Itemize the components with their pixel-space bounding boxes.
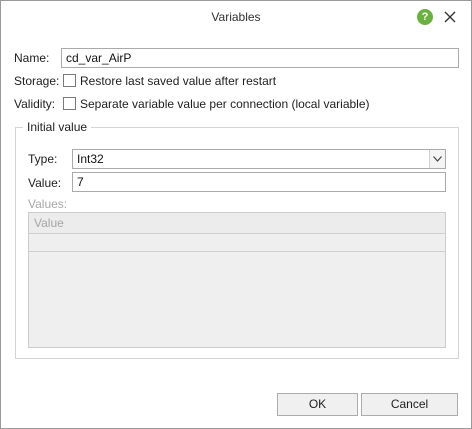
chevron-down-icon[interactable] (429, 150, 445, 168)
validity-checkbox-label[interactable]: Separate variable value per connection (… (80, 97, 370, 111)
name-input[interactable]: cd_var_AirP (61, 48, 459, 68)
type-select[interactable]: Int32 (72, 149, 446, 169)
values-grid: Value (28, 212, 446, 348)
storage-checkbox-label[interactable]: Restore last saved value after restart (80, 74, 276, 88)
validity-label: Validity: (14, 97, 56, 111)
name-label: Name: (14, 51, 50, 65)
title-bar: Variables ? (1, 1, 471, 33)
values-label: Values: (28, 197, 68, 211)
validity-checkbox[interactable] (63, 97, 76, 110)
grid-new-row (29, 234, 445, 252)
ok-button[interactable]: OK (277, 393, 358, 416)
value-label: Value: (28, 176, 62, 190)
cancel-button[interactable]: Cancel (361, 393, 458, 416)
variables-dialog: Variables ? Name: cd_var_AirP Storage: R… (0, 0, 472, 429)
value-input[interactable]: 7 (72, 172, 446, 192)
close-icon[interactable] (441, 8, 459, 26)
grid-column-header-value: Value (34, 216, 64, 230)
dialog-title: Variables (211, 10, 261, 24)
type-label: Type: (28, 152, 58, 166)
storage-checkbox[interactable] (63, 74, 76, 87)
help-icon[interactable]: ? (417, 9, 433, 25)
storage-label: Storage: (14, 74, 60, 88)
grid-header: Value (29, 213, 445, 234)
type-select-value: Int32 (77, 152, 104, 166)
initial-value-group-title: Initial value (23, 120, 92, 134)
